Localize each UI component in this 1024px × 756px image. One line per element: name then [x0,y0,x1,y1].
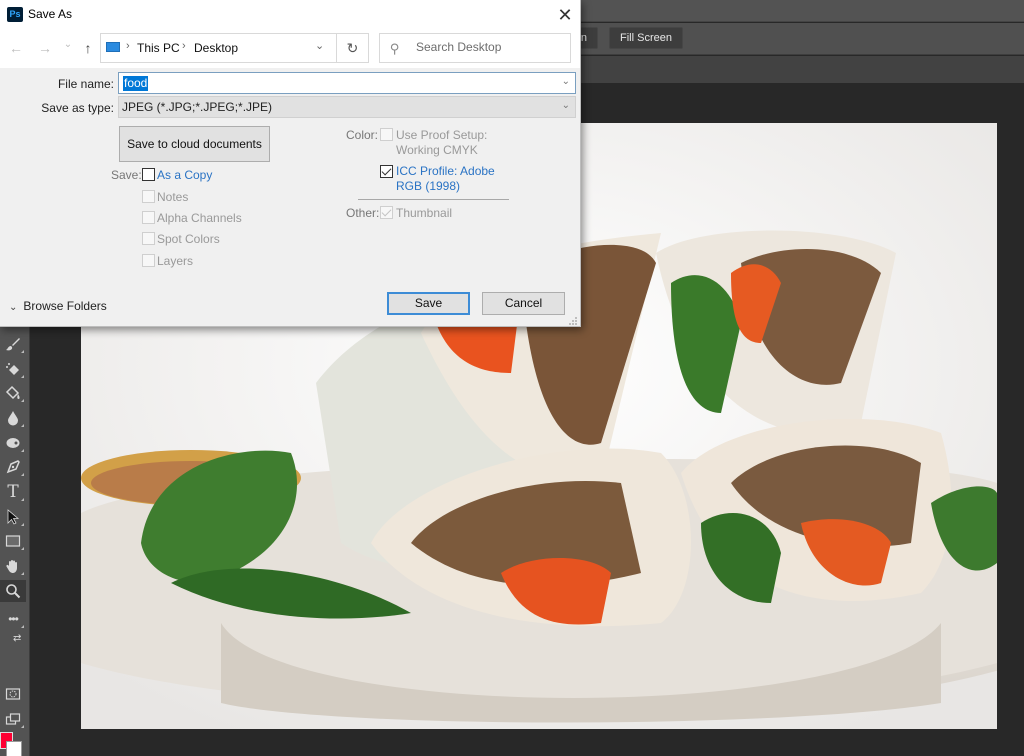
pen-icon [6,460,20,474]
notes-checkbox[interactable] [142,190,155,203]
save-as-type-label: Save as type: [41,101,114,115]
alpha-channels-label: Alpha Channels [157,211,242,225]
close-button[interactable]: ✕ [552,3,578,27]
photoshop-app-icon: Ps [7,7,23,22]
hand-tool[interactable] [0,555,26,577]
save-as-dialog: Ps Save As ✕ ← → ⌄ ↑ › This PC › Desktop… [0,0,581,327]
forward-button[interactable]: → [35,38,55,58]
swap-arrows-icon: ⇄ [13,633,22,644]
icc-profile-line1: ICC Profile: Adobe [396,164,495,178]
back-button[interactable]: ← [6,38,26,58]
breadcrumb-this-pc[interactable]: This PC [137,41,180,55]
dodge-icon [6,438,20,448]
icc-profile-line2: RGB (1998) [396,179,461,193]
paint-bucket-tool[interactable] [0,382,26,404]
quick-mask-button[interactable] [0,683,26,705]
brush-tool[interactable] [0,333,26,355]
address-dropdown-icon[interactable]: ⌄ [315,39,324,52]
save-as-type-select[interactable]: JPEG (*.JPG;*.JPEG;*.JPE) ⌄ [118,96,576,118]
breadcrumb-desktop[interactable]: Desktop [194,41,238,55]
icc-profile-checkbox[interactable] [380,165,393,178]
alpha-channels-checkbox[interactable] [142,211,155,224]
up-button[interactable]: ↑ [78,38,98,58]
type-icon: T [7,482,19,502]
screen-mode-icon [5,713,21,725]
blur-tool[interactable] [0,407,26,429]
spot-colors-checkbox[interactable] [142,232,155,245]
zoom-tool[interactable] [0,580,26,602]
thumbnail-checkbox[interactable] [380,206,393,219]
cancel-button[interactable]: Cancel [482,292,565,315]
chevron-down-icon[interactable]: ⌄ [562,76,570,87]
dodge-tool[interactable] [0,432,26,454]
hand-icon [6,560,17,573]
options-divider [358,199,509,200]
eraser-tool[interactable] [0,358,26,380]
chevron-right-icon: › [126,40,130,52]
save-options-label: Save: [111,168,142,182]
close-icon: ✕ [557,5,573,25]
thumbnail-label: Thumbnail [396,206,453,220]
search-icon: ⚲ [390,41,400,56]
as-a-copy-checkbox[interactable] [142,168,155,181]
recent-locations-button[interactable]: ⌄ [58,35,78,55]
file-name-value: food [123,76,149,91]
ellipsis-icon: ••• [8,612,19,626]
screen-mode-button[interactable] [0,708,26,730]
swap-colors-button[interactable]: ⇄ [0,628,26,650]
spot-colors-label: Spot Colors [157,232,220,246]
chevron-down-icon: ⌄ [9,302,18,313]
notes-label: Notes [157,190,189,204]
browse-folders-toggle[interactable]: ⌄ Browse Folders [9,299,107,313]
arrow-left-icon: ← [9,40,23,56]
file-name-input[interactable]: food ⌄ [118,72,576,94]
arrow-up-icon: ↑ [84,40,92,56]
other-options-label: Other: [346,206,380,220]
navigation-bar: ← → ⌄ ↑ › This PC › Desktop ⌄ ↻ ⚲ [0,30,580,68]
file-name-label: File name: [57,77,114,91]
path-selection-tool[interactable] [0,506,26,528]
rectangle-tool[interactable] [0,530,26,552]
chevron-right-icon: › [182,40,186,52]
dialog-title: Save As [28,7,73,21]
eraser-icon [6,363,19,375]
layers-label: Layers [157,254,194,268]
save-button[interactable]: Save [387,292,470,315]
search-input[interactable] [416,40,566,54]
rectangle-icon [5,535,21,547]
refresh-button[interactable]: ↻ [337,33,369,63]
use-proof-setup-checkbox[interactable] [380,128,393,141]
layers-checkbox[interactable] [142,254,155,267]
brush-icon [6,338,20,351]
paint-bucket-icon [5,385,20,400]
magnifier-icon [6,584,21,599]
refresh-icon: ↻ [346,40,359,56]
background-color-swatch[interactable] [6,741,22,756]
search-box[interactable]: ⚲ [379,33,571,63]
save-to-cloud-button[interactable]: Save to cloud documents [119,126,270,162]
use-proof-setup-label: Use Proof Setup: Working CMYK [396,128,487,158]
pen-tool[interactable] [0,456,26,478]
proof-setup-line1: Use Proof Setup: [396,128,488,142]
chevron-down-icon: ⌄ [63,39,73,50]
quick-mask-icon [5,688,21,700]
arrow-cursor-icon [7,509,20,525]
save-as-type-value: JPEG (*.JPG;*.JPEG;*.JPE) [122,100,273,114]
this-pc-icon [106,42,120,52]
type-tool[interactable]: T [0,481,26,503]
more-tools[interactable]: ••• [0,608,26,630]
drop-icon [8,411,18,426]
arrow-right-icon: → [38,40,52,56]
dialog-title-bar[interactable]: Ps Save As ✕ [0,0,580,30]
chevron-down-icon: ⌄ [561,100,570,111]
icc-profile-label[interactable]: ICC Profile: Adobe RGB (1998) [396,164,495,194]
as-a-copy-label[interactable]: As a Copy [157,168,212,182]
color-options-label: Color: [346,128,379,142]
address-bar[interactable]: › This PC › Desktop ⌄ [100,33,337,63]
resize-grip-icon[interactable] [568,316,578,326]
proof-setup-line2: Working CMYK [396,143,478,157]
browse-folders-label: Browse Folders [23,299,107,313]
fill-screen-button[interactable]: Fill Screen [609,27,683,49]
